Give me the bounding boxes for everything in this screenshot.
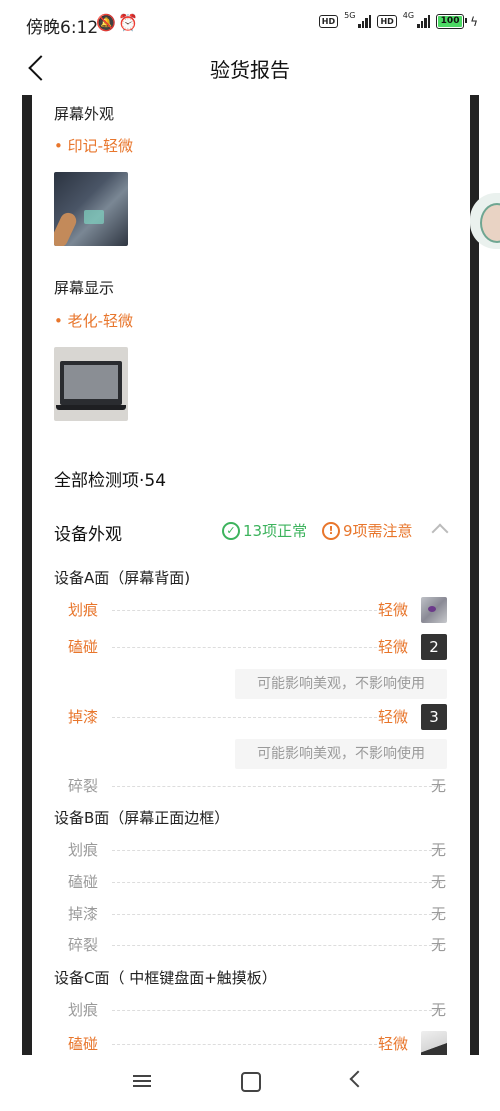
status-indicators: HD 5G HD 4G 100 ϟ xyxy=(318,11,478,29)
row-value: 无 xyxy=(431,936,447,954)
row-note: 可能影响美观，不影响使用 xyxy=(235,669,447,699)
back-nav-icon[interactable] xyxy=(349,1070,367,1088)
report-content[interactable]: 屏幕外观 • 印记-轻微 屏幕显示 • 老化-轻微 全部检测项·54 设备外观 … xyxy=(32,95,470,1055)
row-value: 轻微 xyxy=(378,708,409,726)
content-frame-left xyxy=(22,95,32,1055)
row-value: 轻微 xyxy=(378,638,409,656)
table-row: 碎裂 无 xyxy=(54,934,446,956)
screen-appearance-issue: • 印记-轻微 xyxy=(54,137,134,155)
hd-icon-2: HD xyxy=(377,15,397,28)
table-row: 划痕 无 xyxy=(54,839,446,861)
signal-icon xyxy=(358,15,372,28)
charging-icon: ϟ xyxy=(470,14,478,29)
row-value: 轻微 xyxy=(378,1035,409,1053)
row-divider xyxy=(112,1010,442,1011)
row-value: 轻微 xyxy=(378,601,409,619)
table-row: 划痕 无 xyxy=(54,999,446,1021)
screen-display-photo[interactable] xyxy=(54,347,128,421)
ok-count-badge: ✓ 13项正常 xyxy=(222,520,307,541)
group-c-title: 设备C面（ 中框键盘面+触摸板） xyxy=(54,969,277,987)
row-divider xyxy=(112,1044,382,1045)
signal-icon-2 xyxy=(417,15,431,28)
row-name: 划痕 xyxy=(68,841,99,859)
row-divider xyxy=(112,850,442,851)
row-value: 无 xyxy=(431,1001,447,1019)
table-row[interactable]: 划痕 轻微 xyxy=(54,597,447,623)
row-photo[interactable] xyxy=(421,597,447,623)
header-bar: 验货报告 xyxy=(0,46,500,90)
battery-icon: 100 xyxy=(436,14,468,29)
table-row: 掉漆 无 xyxy=(54,903,446,925)
battery-level: 100 xyxy=(438,16,463,27)
row-name: 磕碰 xyxy=(68,638,99,656)
hd-icon: HD xyxy=(318,15,339,28)
table-row[interactable]: 磕碰 轻微 2 xyxy=(54,634,447,660)
row-photo-count[interactable]: 2 xyxy=(421,634,447,660)
row-divider xyxy=(112,945,442,946)
status-time: 傍晚6:12 xyxy=(26,18,99,38)
row-name: 碎裂 xyxy=(68,936,99,954)
table-row[interactable]: 磕碰 轻微 xyxy=(54,1031,447,1055)
row-name: 掉漆 xyxy=(68,708,99,726)
row-divider xyxy=(112,647,382,648)
screen-display-label: 屏幕显示 xyxy=(54,279,115,297)
screen-appearance-photo[interactable] xyxy=(54,172,128,246)
alarm-icon: ⏰ xyxy=(118,13,138,32)
network-4g-label: 4G xyxy=(402,11,415,20)
row-name: 划痕 xyxy=(68,601,99,619)
row-divider xyxy=(112,882,442,883)
row-name: 磕碰 xyxy=(68,873,99,891)
warn-count-text: 9项需注意 xyxy=(343,522,413,540)
table-row: 磕碰 无 xyxy=(54,871,446,893)
row-value: 无 xyxy=(431,777,447,795)
row-value: 无 xyxy=(431,841,447,859)
screen-appearance-label: 屏幕外观 xyxy=(54,105,115,123)
row-divider xyxy=(112,610,382,611)
mute-bell-icon: 🔕 xyxy=(96,13,116,32)
status-bar: 傍晚6:12 🔕 ⏰ HD 5G HD 4G 100 ϟ xyxy=(0,0,500,46)
photo-laptop-screen xyxy=(64,365,118,399)
row-note: 可能影响美观，不影响使用 xyxy=(235,739,447,769)
total-checks: 全部检测项·54 xyxy=(54,471,167,491)
section-title: 设备外观 xyxy=(54,525,122,545)
row-value: 无 xyxy=(431,873,447,891)
row-name: 掉漆 xyxy=(68,905,99,923)
photo-laptop xyxy=(60,361,122,405)
warn-count-badge: ! 9项需注意 xyxy=(322,520,413,541)
ok-count-text: 13项正常 xyxy=(243,522,308,540)
row-value: 无 xyxy=(431,905,447,923)
network-5g-label: 5G xyxy=(344,11,356,20)
row-photo[interactable] xyxy=(421,1031,447,1055)
row-divider xyxy=(112,717,382,718)
home-icon[interactable] xyxy=(241,1072,261,1092)
row-name: 划痕 xyxy=(68,1001,99,1019)
group-a-title: 设备A面（屏幕背面) xyxy=(54,569,191,587)
menu-icon[interactable] xyxy=(133,1072,151,1088)
photo-reflection xyxy=(84,210,104,224)
row-divider xyxy=(112,914,442,915)
collapse-chevron-icon[interactable] xyxy=(431,523,449,541)
row-name: 磕碰 xyxy=(68,1035,99,1053)
photo-finger xyxy=(54,210,79,246)
table-row[interactable]: 掉漆 轻微 3 xyxy=(54,704,447,730)
row-divider xyxy=(112,786,442,787)
photo-laptop-base xyxy=(56,405,126,410)
group-b-title: 设备B面（屏幕正面边框） xyxy=(54,809,230,827)
table-row: 碎裂 无 xyxy=(54,775,446,797)
screen-display-issue: • 老化-轻微 xyxy=(54,312,134,330)
row-photo-count[interactable]: 3 xyxy=(421,704,447,730)
page-title: 验货报告 xyxy=(210,58,290,82)
row-name: 碎裂 xyxy=(68,777,99,795)
warning-circle-icon: ! xyxy=(322,521,340,540)
system-nav-bar xyxy=(0,1055,500,1111)
avatar-face-icon xyxy=(480,203,500,243)
check-circle-icon: ✓ xyxy=(222,521,240,540)
